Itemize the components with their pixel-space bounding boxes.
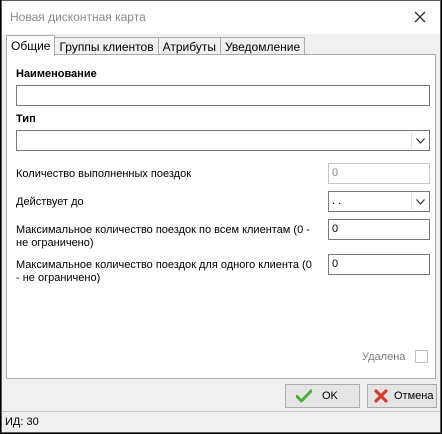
ok-button[interactable]: OK xyxy=(285,384,360,408)
tab-strip: Общие Группы клиентов Атрибуты Уведомлен… xyxy=(6,35,306,56)
name-label: Наименование xyxy=(16,68,97,80)
type-select[interactable] xyxy=(16,130,430,151)
dialog-window: Новая дисконтная карта Общие Группы клие… xyxy=(1,0,441,433)
deleted-label: Удалена xyxy=(362,351,406,363)
window-title: Новая дисконтная карта xyxy=(10,10,146,24)
max-one-label: Максимальное количество поездок для одно… xyxy=(16,259,312,284)
trips-done-field: 0 xyxy=(328,163,430,184)
max-one-input[interactable]: 0 xyxy=(328,254,430,275)
title-bar: Новая дисконтная карта xyxy=(2,1,440,34)
type-label: Тип xyxy=(16,113,36,125)
status-bar: ИД: 30 xyxy=(2,411,440,432)
close-icon xyxy=(414,11,426,23)
name-input[interactable] xyxy=(16,85,430,106)
chevron-down-icon xyxy=(415,198,425,205)
ok-button-label: OK xyxy=(322,390,338,402)
deleted-checkbox[interactable] xyxy=(415,350,428,363)
tab-panel-general: Наименование Тип Количество выполненных … xyxy=(6,54,436,379)
max-all-label: Максимальное количество поездок по всем … xyxy=(16,224,310,249)
valid-until-datepicker[interactable]: . . xyxy=(328,191,430,212)
checkmark-icon xyxy=(296,389,312,403)
cancel-button[interactable]: Отмена xyxy=(367,384,437,408)
valid-until-dropdown-button[interactable] xyxy=(411,193,428,210)
valid-until-value: . . xyxy=(332,195,342,207)
tab-general[interactable]: Общие xyxy=(6,35,56,56)
trips-done-label: Количество выполненных поездок xyxy=(16,168,192,180)
valid-until-label: Действует до xyxy=(16,196,84,208)
chevron-down-icon xyxy=(415,137,425,144)
cancel-x-icon xyxy=(374,389,388,403)
max-all-input[interactable]: 0 xyxy=(328,219,430,240)
close-button[interactable] xyxy=(408,5,432,29)
type-dropdown-button[interactable] xyxy=(411,132,428,149)
cancel-button-label: Отмена xyxy=(394,390,434,402)
record-id-text: ИД: 30 xyxy=(5,416,39,428)
